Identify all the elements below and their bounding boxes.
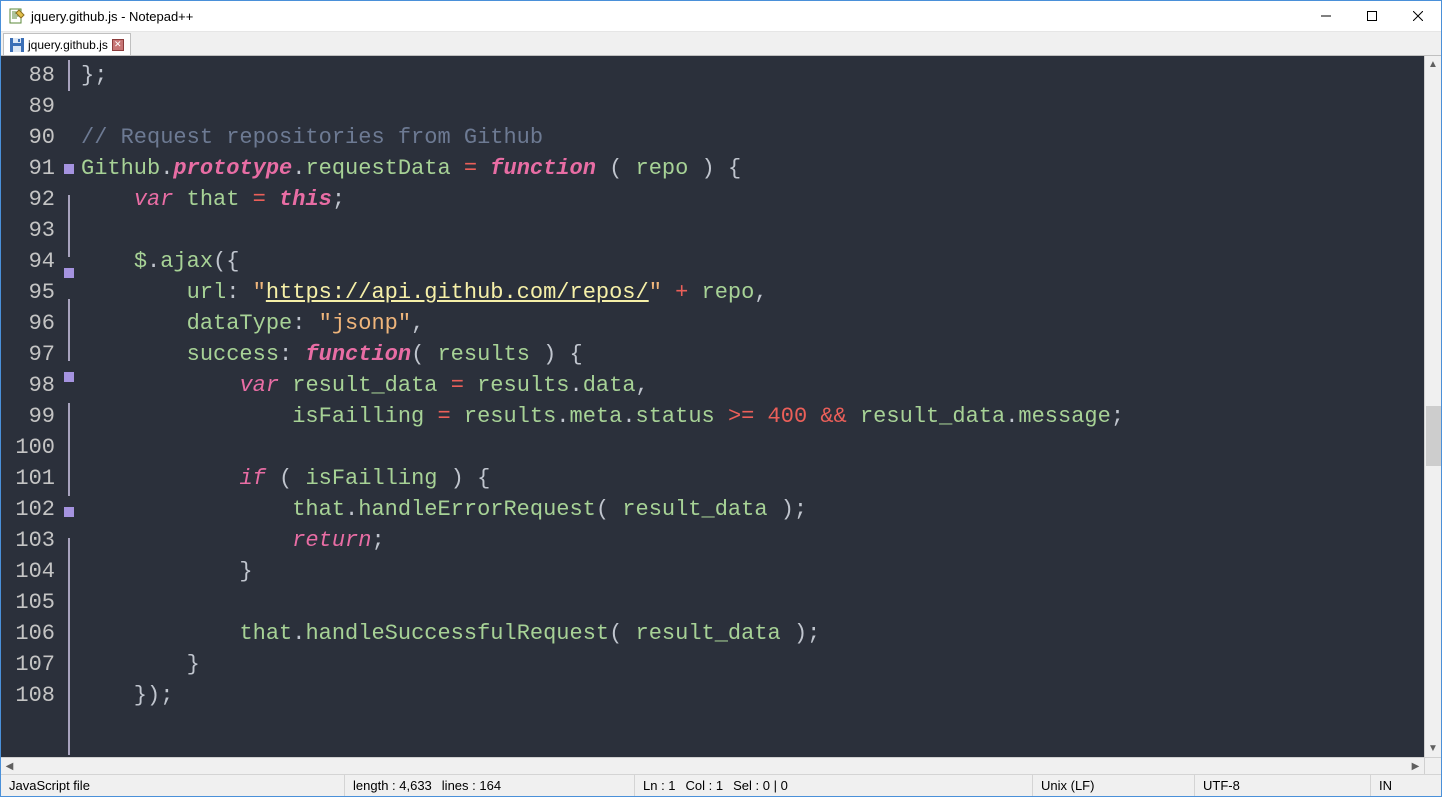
horizontal-scrollbar[interactable]: ◀ ▶ xyxy=(1,757,1441,774)
window-close-button[interactable] xyxy=(1395,1,1441,31)
line-number: 88 xyxy=(1,60,55,91)
status-bar: JavaScript file length : 4,633 lines : 1… xyxy=(1,774,1441,796)
fold-guide xyxy=(68,538,70,569)
scroll-down-arrow-icon[interactable]: ▼ xyxy=(1425,740,1441,757)
fold-guide xyxy=(68,60,70,91)
status-file-type: JavaScript file xyxy=(1,775,345,796)
code-line[interactable]: dataType: "jsonp", xyxy=(81,308,1424,339)
line-number: 96 xyxy=(1,308,55,339)
code-line[interactable] xyxy=(81,432,1424,463)
vertical-scroll-thumb[interactable] xyxy=(1426,406,1441,466)
fold-guide xyxy=(68,330,70,361)
line-number: 92 xyxy=(1,184,55,215)
status-encoding[interactable]: UTF-8 xyxy=(1195,775,1371,796)
line-number: 103 xyxy=(1,525,55,556)
tab-bar: jquery.github.js ✕ xyxy=(1,32,1441,56)
code-line[interactable]: url: "https://api.github.com/repos/" + r… xyxy=(81,277,1424,308)
save-icon xyxy=(10,38,24,52)
window-minimize-button[interactable] xyxy=(1303,1,1349,31)
line-number: 95 xyxy=(1,277,55,308)
window-title-bar: jquery.github.js - Notepad++ xyxy=(1,1,1441,32)
file-tab[interactable]: jquery.github.js ✕ xyxy=(3,33,131,55)
editor-wrap: 8889909192939495969798991001011021031041… xyxy=(1,56,1441,774)
window-maximize-button[interactable] xyxy=(1349,1,1395,31)
line-number: 99 xyxy=(1,401,55,432)
fold-column[interactable] xyxy=(63,56,77,757)
line-number: 108 xyxy=(1,680,55,711)
fold-guide xyxy=(68,631,70,662)
fold-guide xyxy=(68,693,70,724)
code-line[interactable]: } xyxy=(81,649,1424,680)
fold-guide xyxy=(68,569,70,600)
fold-toggle-icon[interactable] xyxy=(64,268,74,278)
fold-guide xyxy=(68,434,70,465)
status-line-number: Ln : 1 xyxy=(643,778,676,793)
line-number: 106 xyxy=(1,618,55,649)
line-number: 93 xyxy=(1,215,55,246)
line-number: 91 xyxy=(1,153,55,184)
code-line[interactable]: return; xyxy=(81,525,1424,556)
scroll-right-arrow-icon[interactable]: ▶ xyxy=(1407,758,1424,775)
scroll-corner xyxy=(1424,758,1441,775)
scroll-up-arrow-icon[interactable]: ▲ xyxy=(1425,56,1441,73)
status-insert-mode[interactable]: IN xyxy=(1371,775,1441,796)
line-number: 89 xyxy=(1,91,55,122)
line-number: 100 xyxy=(1,432,55,463)
fold-toggle-icon[interactable] xyxy=(64,507,74,517)
fold-guide xyxy=(68,226,70,257)
fold-guide xyxy=(68,600,70,631)
vertical-scrollbar[interactable]: ▲ ▼ xyxy=(1424,56,1441,757)
fold-guide xyxy=(68,299,70,330)
code-line[interactable]: var that = this; xyxy=(81,184,1424,215)
line-number-gutter: 8889909192939495969798991001011021031041… xyxy=(1,56,63,757)
app-icon xyxy=(9,8,25,24)
code-line[interactable]: that.handleErrorRequest( result_data ); xyxy=(81,494,1424,525)
code-line[interactable]: if ( isFailling ) { xyxy=(81,463,1424,494)
code-editor[interactable]: 8889909192939495969798991001011021031041… xyxy=(1,56,1441,757)
fold-guide xyxy=(68,465,70,496)
line-number: 97 xyxy=(1,339,55,370)
code-line[interactable]: }); xyxy=(81,680,1424,711)
file-tab-label: jquery.github.js xyxy=(28,38,108,52)
code-line[interactable]: // Request repositories from Github xyxy=(81,122,1424,153)
code-line[interactable]: $.ajax({ xyxy=(81,246,1424,277)
line-number: 107 xyxy=(1,649,55,680)
code-line[interactable] xyxy=(81,91,1424,122)
code-line[interactable] xyxy=(81,215,1424,246)
code-line[interactable]: var result_data = results.data, xyxy=(81,370,1424,401)
status-column: Col : 1 xyxy=(686,778,724,793)
status-length: length : 4,633 xyxy=(353,778,432,793)
line-number: 94 xyxy=(1,246,55,277)
code-line[interactable]: isFailling = results.meta.status >= 400 … xyxy=(81,401,1424,432)
code-line[interactable]: }; xyxy=(81,60,1424,91)
code-area[interactable]: }; // Request repositories from GithubGi… xyxy=(77,56,1424,757)
line-number: 101 xyxy=(1,463,55,494)
code-line[interactable]: } xyxy=(81,556,1424,587)
code-line[interactable]: Github.prototype.requestData = function … xyxy=(81,153,1424,184)
line-number: 90 xyxy=(1,122,55,153)
status-eol[interactable]: Unix (LF) xyxy=(1033,775,1195,796)
fold-toggle-icon[interactable] xyxy=(64,372,74,382)
fold-guide xyxy=(68,724,70,755)
code-line[interactable]: success: function( results ) { xyxy=(81,339,1424,370)
fold-guide xyxy=(68,662,70,693)
tab-close-button[interactable]: ✕ xyxy=(112,39,124,51)
fold-guide xyxy=(68,403,70,434)
fold-guide xyxy=(68,195,70,226)
status-selection: Sel : 0 | 0 xyxy=(733,778,788,793)
code-line[interactable]: that.handleSuccessfulRequest( result_dat… xyxy=(81,618,1424,649)
status-lines: lines : 164 xyxy=(442,778,501,793)
line-number: 104 xyxy=(1,556,55,587)
line-number: 105 xyxy=(1,587,55,618)
scroll-left-arrow-icon[interactable]: ◀ xyxy=(1,758,18,775)
fold-toggle-icon[interactable] xyxy=(64,164,74,174)
line-number: 102 xyxy=(1,494,55,525)
code-line[interactable] xyxy=(81,587,1424,618)
window-title: jquery.github.js - Notepad++ xyxy=(31,9,1303,24)
line-number: 98 xyxy=(1,370,55,401)
